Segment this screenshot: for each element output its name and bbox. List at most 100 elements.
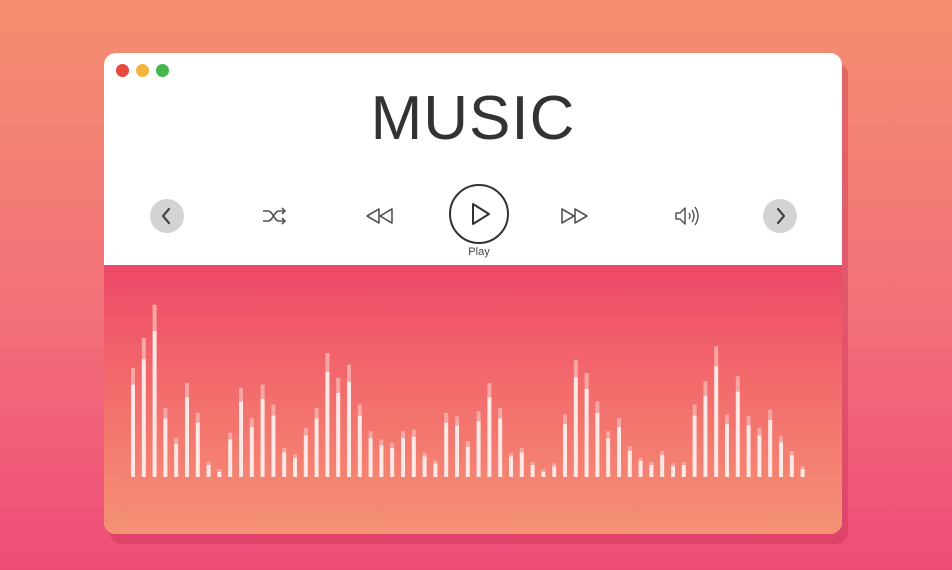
equalizer-bar [357,415,362,477]
equalizer-bar [595,412,600,477]
equalizer-bar [725,424,729,477]
equalizer-bar [379,445,384,477]
equalizer-bar-peak [638,457,643,461]
shuffle-icon [263,207,287,225]
equalizer-bar [195,422,200,477]
equalizer-bar-peak [206,461,211,465]
music-player-window: MUSIC Play [104,53,842,534]
equalizer-bar [519,452,524,477]
equalizer-bar-peak [530,461,535,465]
equalizer-bar-peak [487,382,492,398]
volume-button[interactable] [672,203,702,229]
equalizer-bar-peak [617,417,621,427]
equalizer-bar [800,469,805,477]
equalizer-bar-peak [152,304,157,331]
equalizer-bar [541,472,546,477]
close-window-dot[interactable] [116,64,129,77]
equalizer-bar [465,446,470,477]
equalizer-bar-peak [293,454,297,458]
equalizer-bar-peak [649,461,654,465]
equalizer-bar [347,381,351,477]
equalizer-bar-peak [800,466,805,470]
equalizer-bar-peak [444,412,449,423]
equalizer-bar [455,425,459,477]
equalizer-bar-peak [746,416,751,426]
equalizer-bar-peak [692,404,697,416]
maximize-window-dot[interactable] [156,64,169,77]
equalizer-bar-peak [768,409,773,420]
equalizer-bar-peak [465,441,470,447]
equalizer-bar-peak [422,452,427,457]
equalizer-bar [228,439,233,477]
equalizer-bar-peak [195,412,200,423]
equalizer-bar [509,456,513,477]
equalizer-bar [411,436,416,477]
equalizer-bar-peak [217,469,222,472]
play-label: Play [468,246,490,258]
equalizer-bar-peak [185,382,189,398]
equalizer-bar-peak [228,432,233,440]
app-title: MUSIC [370,84,576,153]
equalizer-bar-peak [498,407,503,419]
equalizer-bar [282,452,287,477]
equalizer-bar [206,464,211,477]
equalizer-bar-peak [584,372,589,389]
chevron-left-icon [161,207,171,225]
equalizer-bar-peak [303,427,308,436]
equalizer-bar-peak [271,404,276,416]
play-icon [472,203,490,225]
equalizer-bar-peak [433,460,438,464]
chevron-right-icon [776,207,786,225]
equalizer-bar [627,450,632,477]
equalizer-bar [768,419,773,477]
equalizer-bar [789,455,794,477]
previous-button[interactable] [150,199,184,233]
equalizer-bar-peak [552,463,557,467]
equalizer-bar [649,464,654,477]
equalizer-bar [444,422,449,477]
equalizer-bar [660,455,665,477]
equalizer-bar [217,472,222,477]
equalizer-bar [131,384,135,477]
fast-forward-icon [561,208,588,224]
equalizer-bar [390,448,395,477]
equalizer-bar-peak [573,359,578,378]
play-button[interactable] [449,184,509,244]
window-controls [116,64,169,77]
equalizer-bar [563,424,567,477]
equalizer-bar [293,457,297,477]
equalizer-bar [735,391,740,477]
minimize-window-dot[interactable] [136,64,149,77]
equalizer-bar-peak [411,429,416,437]
equalizer-bar [638,460,643,477]
equalizer-panel [104,265,842,534]
equalizer-bar [325,371,330,477]
equalizer-bar [487,397,492,477]
equalizer-bar-peak [509,452,513,457]
fast-forward-button[interactable] [557,203,591,229]
next-button[interactable] [763,199,797,233]
equalizer-bar-peak [681,461,686,465]
equalizer-bar [746,425,751,477]
rewind-button[interactable] [363,203,397,229]
equalizer-bar-peak [347,364,351,382]
equalizer-bar-peak [249,417,254,427]
equalizer-bar [260,398,265,477]
equalizer-bar-peak [379,439,384,446]
equalizer-bar [163,418,168,477]
equalizer-bar-peak [519,447,524,453]
equalizer-bar [141,359,146,477]
equalizer-bar-peak [368,431,373,439]
equalizer-bar-peak [282,447,287,453]
equalizer-bar [779,442,783,477]
equalizer-bar-peak [174,437,179,444]
equalizer-bar-peak [660,451,665,456]
shuffle-button[interactable] [259,203,289,229]
equalizer-bar [757,435,762,477]
equalizer-bar [303,435,308,477]
equalizer-bar-peak [725,414,729,425]
equalizer-bar [185,397,189,477]
equalizer-bar-peak [789,451,794,456]
equalizer-bar [530,464,535,477]
equalizer-bar [692,415,697,477]
